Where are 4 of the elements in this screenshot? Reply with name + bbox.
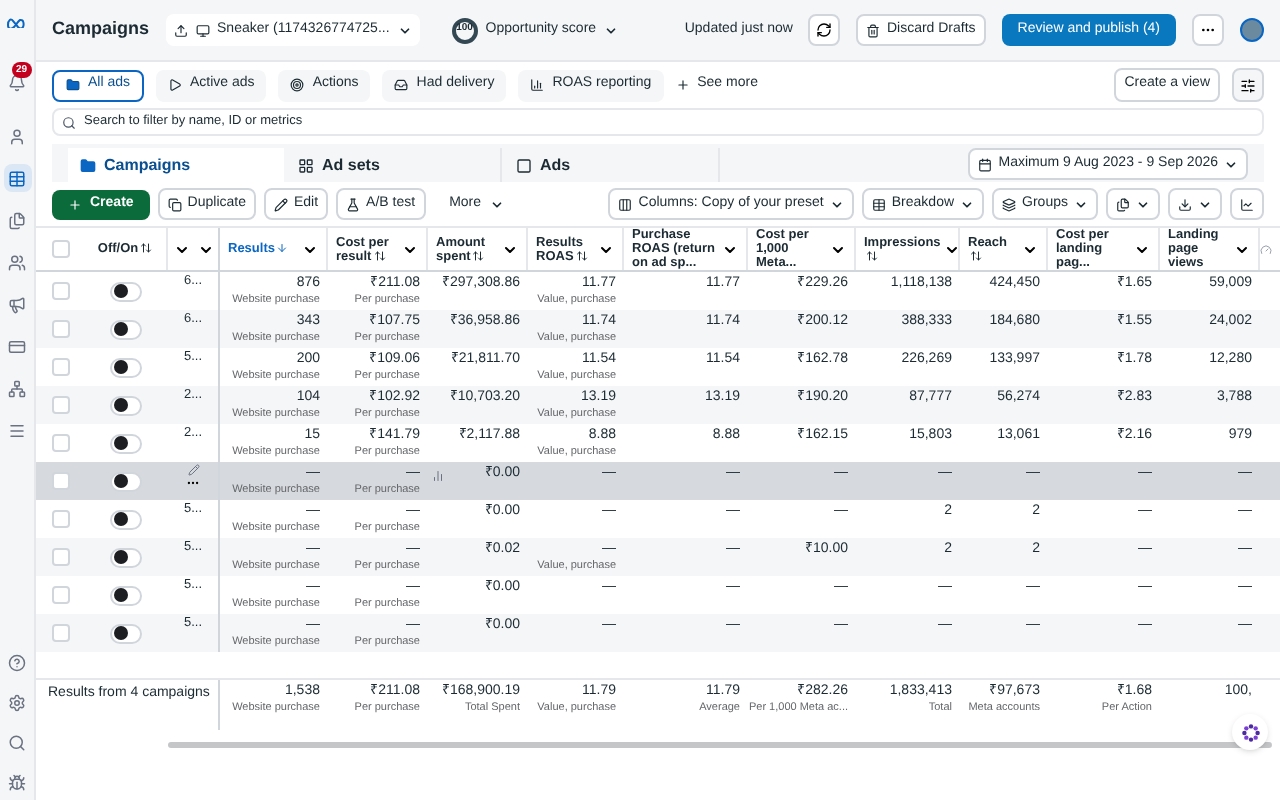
level-tab[interactable]: Campaigns (68, 148, 284, 182)
level-tab[interactable]: Ads (504, 148, 720, 182)
level-tab[interactable]: Ad sets (286, 148, 502, 182)
page-title: Campaigns (52, 16, 150, 43)
